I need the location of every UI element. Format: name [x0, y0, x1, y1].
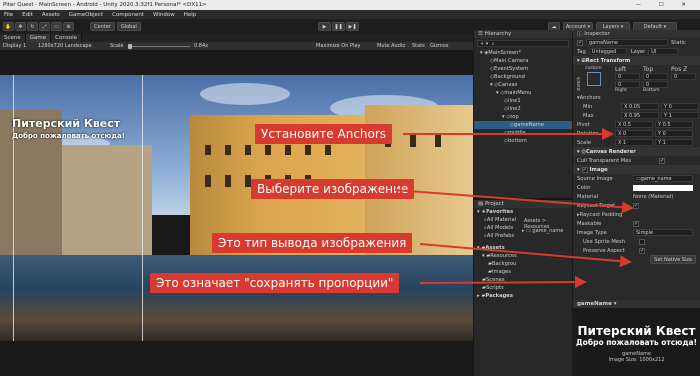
arrow-image: [394, 189, 634, 214]
callout-arrows: [394, 128, 634, 289]
arrow-aspect: [419, 276, 587, 289]
arrow-type: [419, 243, 632, 268]
